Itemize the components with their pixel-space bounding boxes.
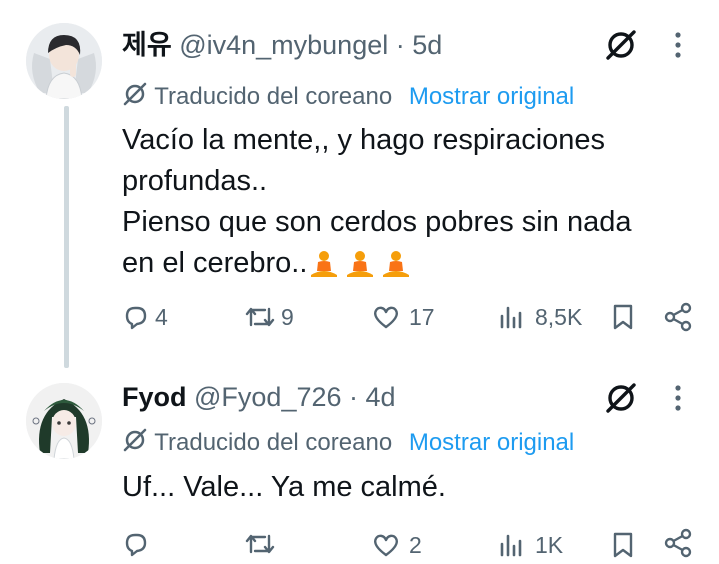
avatar-image [26, 383, 102, 459]
translation-bar: Traducido del coreano Mostrar original [122, 81, 574, 115]
avatar[interactable] [26, 23, 102, 99]
grok-icon[interactable] [603, 27, 639, 68]
translation-bar: Traducido del coreano Mostrar original [122, 427, 574, 461]
tweet-header: 제유 @iv4n_mybungel · 5d [122, 29, 442, 61]
more-icon[interactable] [672, 30, 684, 65]
like-button[interactable]: 2 [371, 530, 422, 560]
more-icon[interactable] [672, 383, 684, 418]
text-line: Vacío la mente,, y hago respiraciones [122, 124, 606, 156]
views-button[interactable]: 1K [497, 530, 563, 560]
view-count: 8,5K [535, 304, 583, 330]
like-icon [371, 303, 401, 331]
show-original-link[interactable]: Mostrar original [409, 429, 574, 456]
translate-icon [122, 81, 148, 115]
show-original-link[interactable]: Mostrar original [409, 83, 574, 110]
views-button[interactable]: 8,5K [497, 302, 582, 332]
tweet-text: Vacío la mente,, y hago respiraciones pr… [122, 120, 702, 284]
text-line: Uf... Vale... Ya me calmé. [122, 471, 446, 503]
grok-icon[interactable] [603, 380, 639, 421]
text-line: Pienso que son cerdos pobres sin nada [122, 206, 632, 238]
view-count: 1K [535, 532, 564, 558]
thread-line [64, 106, 69, 368]
text-line: en el cerebro.. [122, 247, 308, 279]
bookmark-icon[interactable] [610, 531, 636, 564]
reply-icon [121, 303, 149, 331]
reply-button[interactable] [121, 530, 155, 558]
repost-button[interactable] [243, 530, 281, 558]
tweet-header: Fyod @Fyod_726 · 4d [122, 381, 396, 413]
tweet-text: Uf... Vale... Ya me calmé. [122, 467, 702, 508]
translate-icon [122, 427, 148, 461]
like-count: 2 [409, 532, 422, 558]
avatar[interactable] [26, 383, 102, 459]
like-button[interactable]: 17 [371, 302, 435, 332]
share-icon[interactable] [663, 302, 693, 337]
meditation-emoji [309, 249, 411, 279]
handle-time[interactable]: @Fyod_726 · 4d [194, 382, 396, 412]
avatar-image [26, 23, 102, 99]
bookmark-icon[interactable] [610, 303, 636, 336]
views-icon [497, 531, 525, 559]
repost-icon [243, 303, 277, 331]
repost-count: 9 [281, 304, 294, 330]
reply-count: 4 [155, 304, 168, 330]
translated-label: Traducido del coreano [154, 83, 393, 110]
display-name[interactable]: 제유 [122, 30, 172, 60]
handle-time[interactable]: @iv4n_mybungel · 5d [179, 30, 442, 60]
reply-button[interactable]: 4 [121, 302, 168, 332]
like-count: 17 [409, 304, 435, 330]
text-line: profundas.. [122, 165, 268, 197]
display-name[interactable]: Fyod [122, 382, 187, 412]
reply-icon [121, 530, 149, 558]
repost-button[interactable]: 9 [243, 302, 294, 332]
translated-label: Traducido del coreano [154, 429, 393, 456]
like-icon [371, 531, 401, 559]
views-icon [497, 303, 525, 331]
repost-icon [243, 530, 277, 558]
